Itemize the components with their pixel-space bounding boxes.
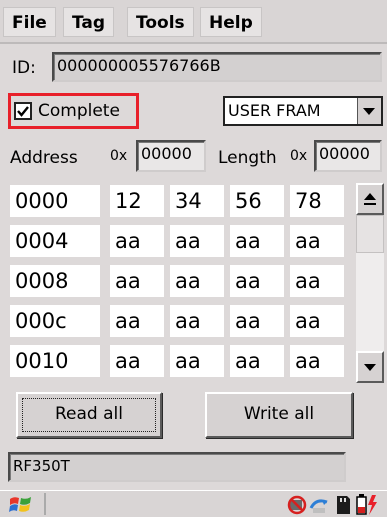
address-label: Address <box>10 148 78 168</box>
sync-icon[interactable] <box>308 494 330 516</box>
byte-cell[interactable]: aa <box>170 305 224 337</box>
chevron-down-icon[interactable] <box>357 98 381 124</box>
read-all-label: Read all <box>55 404 123 424</box>
complete-checkbox[interactable] <box>14 102 32 120</box>
arrow-up-icon <box>364 193 376 205</box>
byte-cell[interactable]: aa <box>230 225 284 257</box>
taskbar-divider <box>44 493 46 515</box>
menu-bar: File Tag Tools Help <box>0 0 387 44</box>
sd-card-icon[interactable] <box>334 495 352 515</box>
scroll-up-button[interactable] <box>356 183 384 215</box>
address-cell: 0008 <box>10 265 100 297</box>
scrollbar-thumb[interactable] <box>356 215 384 253</box>
battery-charging-icon[interactable] <box>354 493 380 517</box>
address-prefix: 0x <box>110 148 128 164</box>
byte-cell[interactable]: aa <box>110 345 164 377</box>
byte-cell[interactable]: 78 <box>290 185 344 217</box>
address-field[interactable]: 00000 <box>136 140 206 172</box>
address-cell: 000c <box>10 305 100 337</box>
menu-tag[interactable]: Tag <box>63 7 115 37</box>
scroll-down-button[interactable] <box>356 351 384 383</box>
complete-label[interactable]: Complete <box>38 97 120 125</box>
checkmark-icon <box>17 106 29 117</box>
byte-cell[interactable]: aa <box>170 225 224 257</box>
byte-cell[interactable]: aa <box>290 265 344 297</box>
byte-cell[interactable]: 12 <box>110 185 164 217</box>
byte-cell[interactable]: aa <box>170 345 224 377</box>
memory-select-value: USER FRAM <box>228 101 321 120</box>
no-network-icon[interactable] <box>286 494 308 516</box>
arrow-down-icon <box>364 364 376 371</box>
length-prefix: 0x <box>290 148 308 164</box>
taskbar <box>0 490 387 517</box>
address-cell: 0010 <box>10 345 100 377</box>
read-all-button[interactable]: Read all <box>16 392 162 438</box>
windows-flag-icon[interactable] <box>8 494 34 516</box>
memory-grid: 0000 12 34 56 78 0004 aa aa aa aa 0008 a… <box>10 180 358 386</box>
byte-cell[interactable]: aa <box>110 265 164 297</box>
address-cell: 0000 <box>10 185 100 217</box>
byte-cell[interactable]: aa <box>110 225 164 257</box>
byte-cell[interactable]: aa <box>290 225 344 257</box>
byte-cell[interactable]: aa <box>170 265 224 297</box>
byte-cell[interactable]: aa <box>230 305 284 337</box>
length-field[interactable]: 00000 <box>314 140 382 172</box>
menu-file[interactable]: File <box>3 7 56 37</box>
byte-cell[interactable]: 34 <box>170 185 224 217</box>
menu-tools[interactable]: Tools <box>127 7 194 37</box>
menu-help[interactable]: Help <box>200 7 262 37</box>
byte-cell[interactable]: aa <box>230 265 284 297</box>
id-field: 000000005576766B <box>52 52 382 82</box>
address-cell: 0004 <box>10 225 100 257</box>
memory-select[interactable]: USER FRAM <box>223 96 383 126</box>
write-all-label: Write all <box>243 404 315 424</box>
byte-cell[interactable]: aa <box>290 345 344 377</box>
length-label: Length <box>218 148 277 168</box>
id-label: ID: <box>12 58 36 78</box>
write-all-button[interactable]: Write all <box>205 392 353 438</box>
status-field: RF350T <box>8 452 346 482</box>
byte-cell[interactable]: aa <box>290 305 344 337</box>
byte-cell[interactable]: aa <box>230 345 284 377</box>
byte-cell[interactable]: 56 <box>230 185 284 217</box>
byte-cell[interactable]: aa <box>110 305 164 337</box>
